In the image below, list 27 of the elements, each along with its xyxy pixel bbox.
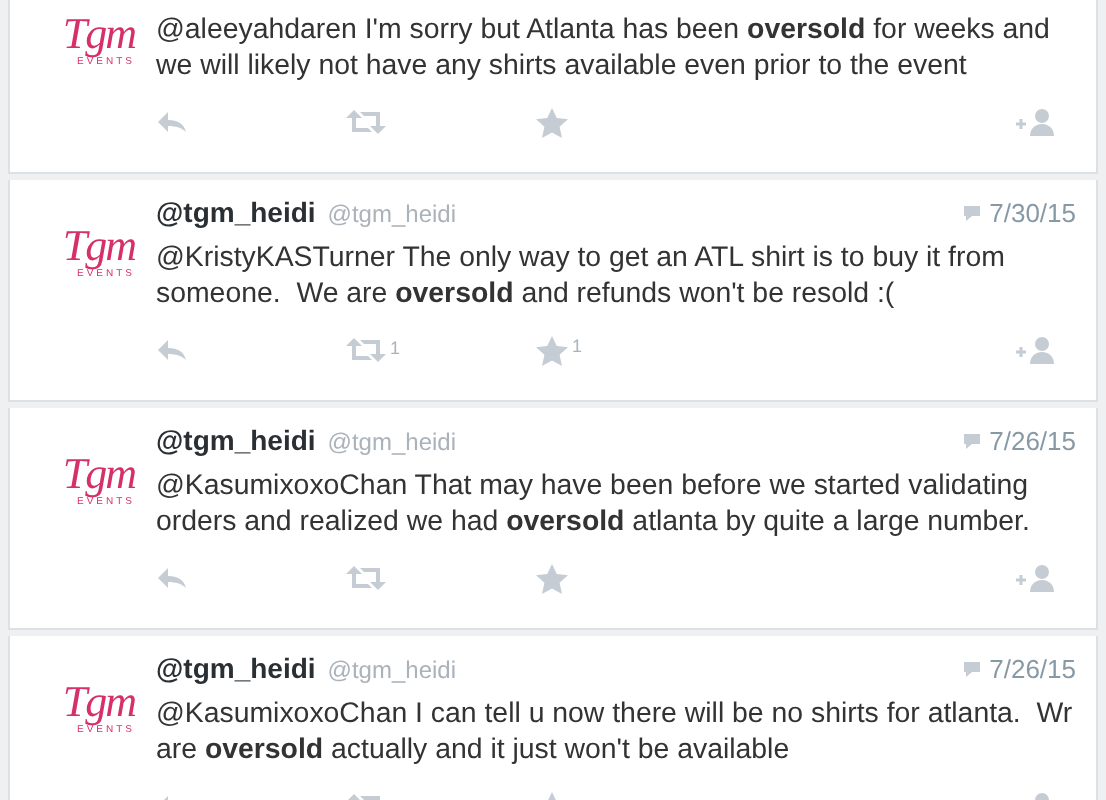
retweet-count: 1 xyxy=(390,338,401,358)
add-person-icon[interactable] xyxy=(1016,334,1056,366)
retweet-icon[interactable] xyxy=(346,338,386,362)
reply-icon[interactable] xyxy=(156,566,188,590)
speech-bubble-icon xyxy=(961,660,982,678)
user-handle: @tgm_heidi xyxy=(327,656,456,684)
user-name[interactable]: @tgm_heidi xyxy=(156,652,316,684)
user-name[interactable]: @tgm_heidi xyxy=(156,196,316,228)
retweet-icon[interactable] xyxy=(346,110,386,134)
retweet-icon[interactable] xyxy=(346,566,386,590)
tweet-text: @KristyKASTurner The only way to get an ATL shirt is to buy it from someone. We are oversold and refunds won't be resold :( xyxy=(156,240,1007,312)
star-icon[interactable] xyxy=(536,335,568,365)
tweet-text: @KasumixoxoChan I can tell u now there will be no shirts for atlanta. Wr are oversold actually and it just won't be available xyxy=(156,696,1075,768)
add-person-icon[interactable] xyxy=(1016,106,1056,138)
speech-bubble-icon xyxy=(961,432,982,450)
tweet-text: @KasumixoxoChan That may have been before we started validating orders and realized we had oversold atlanta by quite a large number. xyxy=(156,468,1032,540)
star-icon[interactable] xyxy=(536,563,568,593)
reply-icon[interactable] xyxy=(156,110,188,134)
tweet-text: @aleeyahdaren I'm sorry but Atlanta has been oversold for weeks and we will likely not have any shirts available even prior to the event xyxy=(156,12,1052,84)
speech-bubble-icon xyxy=(961,204,982,222)
star-icon[interactable] xyxy=(536,107,568,137)
favorite-count: 1 xyxy=(572,335,583,355)
user-handle: @tgm_heidi xyxy=(327,428,456,456)
user-handle: @tgm_heidi xyxy=(327,200,456,228)
reply-icon[interactable] xyxy=(156,338,188,362)
user-name[interactable]: @tgm_heidi xyxy=(156,424,316,456)
add-person-icon[interactable] xyxy=(1016,562,1056,594)
